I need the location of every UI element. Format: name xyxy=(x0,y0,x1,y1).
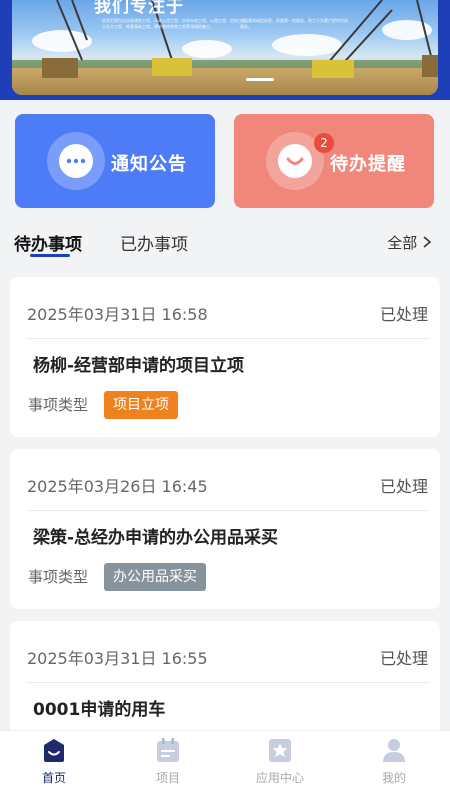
banner-carousel[interactable]: 我们专注于 经营范围包括房屋建筑工程、市政公用工程、水利水电工程、公路工程、机电… xyxy=(12,0,438,95)
task-time: 2025年03月31日 16:58 xyxy=(27,305,208,324)
tab-mine[interactable]: 我的 xyxy=(354,737,434,786)
user-icon xyxy=(381,737,407,763)
tab-home[interactable]: 首页 xyxy=(14,737,94,786)
task-card[interactable]: 2025年03月31日 16:55 已处理 0001申请的用车 xyxy=(10,621,440,730)
excavator-illustration xyxy=(42,0,438,78)
task-title: 杨柳-经营部申请的项目立项 xyxy=(33,356,245,376)
banner-text-right: 公司秉承诚信经营、质量第一的理念，致力于为客户提供优质服务。 xyxy=(240,18,348,29)
banner-text-left: 经营范围包括房屋建筑工程、市政公用工程、水利水电工程、公路工程、机电工程、土石方… xyxy=(102,18,250,29)
divider xyxy=(26,682,430,683)
smile-chat-icon xyxy=(278,144,312,178)
tab-apps[interactable]: 应用中心 xyxy=(240,737,320,786)
carousel-indicator xyxy=(246,78,274,81)
tab-project-label: 项目 xyxy=(155,771,180,785)
task-tabs: 待办事项 已办事项 全部 xyxy=(0,228,450,262)
task-card[interactable]: 2025年03月26日 16:45 已处理 梁策-总经办申请的办公用品采买 事项… xyxy=(10,449,440,609)
reminder-button[interactable]: 2 待办提醒 xyxy=(234,114,434,208)
star-box-icon xyxy=(267,737,293,763)
chevron-right-icon xyxy=(422,234,432,252)
banner-background: 我们专注于 经营范围包括房屋建筑工程、市政公用工程、水利水电工程、公路工程、机电… xyxy=(0,0,450,100)
view-all-label: 全部 xyxy=(387,234,418,252)
task-time: 2025年03月31日 16:55 xyxy=(27,649,208,668)
tab-project[interactable]: 项目 xyxy=(128,737,208,786)
task-status: 已处理 xyxy=(379,477,428,496)
notice-button[interactable]: 通知公告 xyxy=(15,114,215,208)
tab-mine-label: 我的 xyxy=(381,771,406,785)
reminder-label: 待办提醒 xyxy=(330,154,406,175)
banner-title: 我们专注于 xyxy=(94,0,184,17)
tab-pending[interactable]: 待办事项 xyxy=(14,230,82,255)
task-status: 已处理 xyxy=(379,305,428,324)
tab-home-label: 首页 xyxy=(41,771,66,785)
tab-active-indicator xyxy=(30,254,70,257)
tab-apps-label: 应用中心 xyxy=(255,771,304,785)
task-type-tag: 项目立项 xyxy=(104,391,178,419)
bottom-tab-bar: 首页 项目 应用中心 我的 xyxy=(0,730,450,800)
divider xyxy=(26,338,430,339)
home-icon xyxy=(41,737,67,763)
task-type-label: 事项类型 xyxy=(28,396,89,414)
task-type-label: 事项类型 xyxy=(28,568,89,586)
calendar-icon xyxy=(155,737,181,763)
task-status: 已处理 xyxy=(379,649,428,668)
notice-label: 通知公告 xyxy=(111,154,187,175)
view-all-link[interactable]: 全部 xyxy=(387,232,432,253)
task-type-tag: 办公用品采买 xyxy=(104,563,206,591)
chat-dots-icon xyxy=(59,144,93,178)
task-card[interactable]: 2025年03月31日 16:58 已处理 杨柳-经营部申请的项目立项 事项类型… xyxy=(10,277,440,437)
tab-done[interactable]: 已办事项 xyxy=(120,230,188,255)
task-title: 梁策-总经办申请的办公用品采买 xyxy=(33,528,279,548)
divider xyxy=(26,510,430,511)
task-time: 2025年03月26日 16:45 xyxy=(27,477,208,496)
task-title: 0001申请的用车 xyxy=(33,700,166,720)
